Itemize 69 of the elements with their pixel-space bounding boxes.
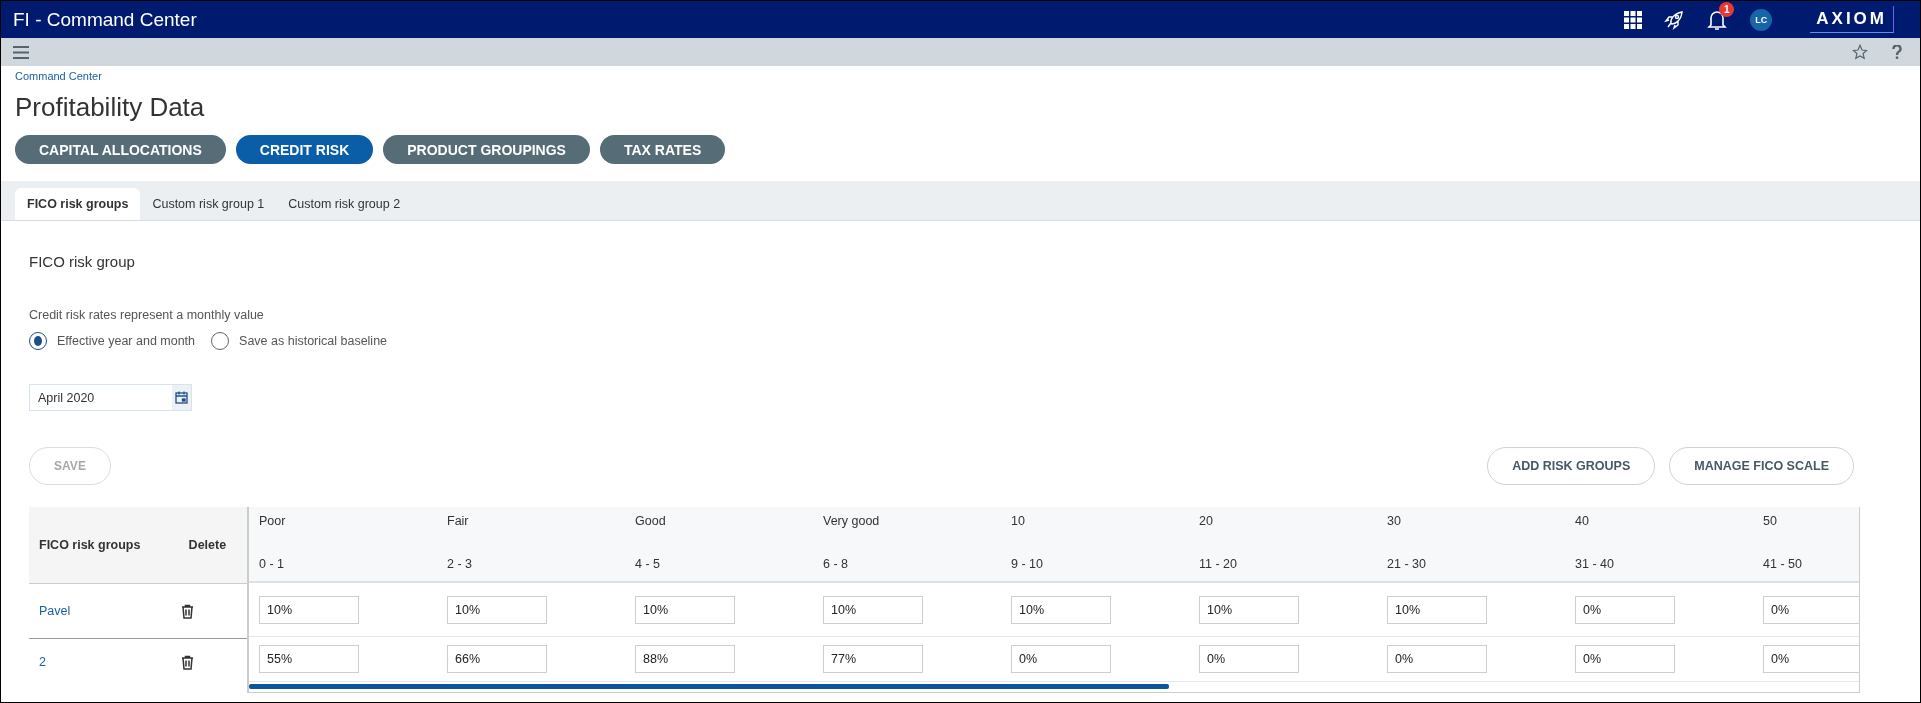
column-name: 40: [1575, 514, 1590, 528]
page-title: Profitability Data: [15, 92, 206, 123]
column-name: 10: [1011, 514, 1026, 528]
action-button[interactable]: MANAGE FICO SCALE: [1669, 447, 1854, 485]
tab[interactable]: Custom risk group 2: [276, 188, 413, 220]
rate-input[interactable]: 0%: [1575, 645, 1675, 673]
column-range: 31 - 40: [1575, 557, 1615, 571]
help-icon[interactable]: [1892, 45, 1902, 59]
column-range: 2 - 3: [447, 557, 473, 571]
group-link[interactable]: 2: [39, 655, 159, 669]
column-range: 6 - 8: [823, 557, 849, 571]
rate-input[interactable]: 0%: [1763, 595, 1859, 624]
star-icon[interactable]: [1852, 44, 1868, 60]
rate-input[interactable]: 10%: [1387, 595, 1487, 624]
group-link[interactable]: Pavel: [39, 604, 159, 618]
column-header: FICO risk groups: [38, 538, 142, 552]
section-button[interactable]: CAPITAL ALLOCATIONS: [15, 135, 226, 164]
rate-input[interactable]: 10%: [447, 595, 547, 624]
delete-button[interactable]: [181, 654, 194, 670]
radio-label: Save as historical baseline: [239, 334, 388, 348]
trash-icon: [181, 603, 194, 619]
rocket-icon[interactable]: [1664, 9, 1685, 30]
delete-button[interactable]: [181, 603, 194, 619]
column-name: Very good: [823, 514, 881, 528]
rate-input[interactable]: 0%: [1575, 595, 1675, 624]
radio-label: Effective year and month: [57, 334, 196, 348]
column-range: 41 - 50: [1763, 557, 1803, 571]
rate-input[interactable]: 10%: [1011, 595, 1111, 624]
menu-icon[interactable]: [13, 45, 29, 59]
column-range: 11 - 20: [1199, 557, 1238, 571]
column-name: Good: [635, 514, 667, 528]
column-range: 4 - 5: [635, 557, 661, 571]
trash-icon: [181, 654, 194, 670]
notification-badge: 1: [1719, 1, 1735, 17]
column-range: 0 - 1: [259, 557, 285, 571]
section-button[interactable]: TAX RATES: [599, 135, 726, 164]
tab[interactable]: Custom risk group 1: [140, 188, 277, 220]
logo: AXIOM: [1810, 6, 1894, 33]
rate-input[interactable]: 10%: [259, 595, 359, 624]
apps-grid-icon[interactable]: [1624, 10, 1643, 29]
column-name: 30: [1387, 514, 1402, 528]
rate-input[interactable]: 0%: [1199, 645, 1299, 673]
rate-input[interactable]: 0%: [1387, 645, 1487, 673]
breadcrumb-link[interactable]: Command Center: [15, 70, 102, 82]
column-range: 21 - 30: [1387, 557, 1427, 571]
rate-input[interactable]: 55%: [259, 645, 359, 673]
rate-input[interactable]: 10%: [1199, 595, 1299, 624]
rate-input[interactable]: 0%: [1763, 645, 1859, 673]
column-name: 50: [1763, 514, 1778, 528]
window-title: FI - Command Center: [13, 8, 198, 31]
action-button[interactable]: ADD RISK GROUPS: [1487, 447, 1656, 485]
column-name: Fair: [447, 514, 470, 528]
rate-input[interactable]: 0%: [1011, 645, 1111, 673]
tab[interactable]: FICO risk groups: [15, 188, 141, 220]
rate-input[interactable]: 66%: [447, 645, 547, 673]
note-text: Credit risk rates represent a monthly value: [29, 308, 265, 322]
user-avatar[interactable]: LC: [1750, 8, 1773, 31]
rate-input[interactable]: 77%: [823, 645, 923, 673]
rate-input[interactable]: 10%: [823, 595, 923, 624]
scrollbar-thumb[interactable]: [249, 684, 1169, 689]
rate-input[interactable]: 10%: [635, 595, 735, 624]
column-name: Poor: [259, 514, 287, 528]
column-name: 20: [1199, 514, 1214, 528]
section-button[interactable]: CREDIT RISK: [235, 135, 374, 164]
rate-input[interactable]: 88%: [635, 645, 735, 673]
column-range: 9 - 10: [1011, 557, 1044, 571]
column-header: Delete: [187, 538, 228, 552]
section-button[interactable]: PRODUCT GROUPINGS: [383, 135, 590, 164]
panel-title: FICO risk group: [29, 253, 136, 270]
